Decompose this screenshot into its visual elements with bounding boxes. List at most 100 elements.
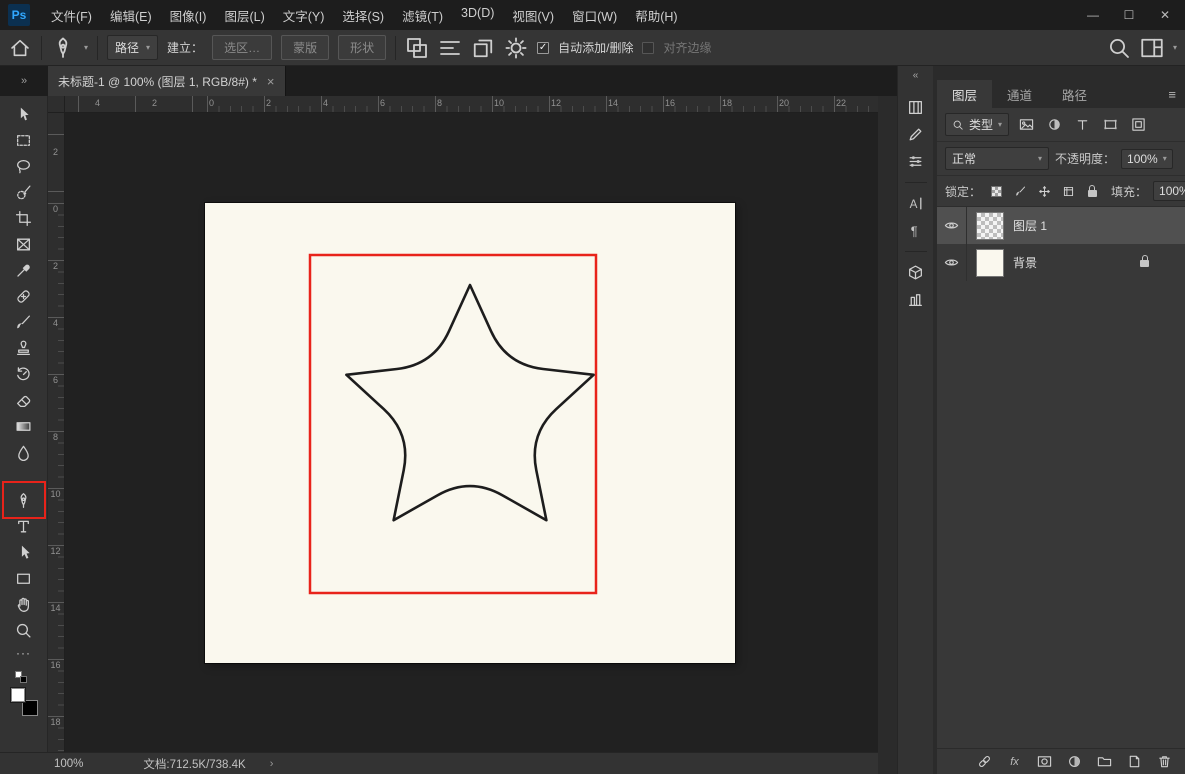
menu-item-7[interactable]: 3D(D) — [452, 2, 503, 29]
adjustment-layer-icon[interactable] — [1066, 753, 1083, 770]
search-icon[interactable] — [1107, 36, 1131, 60]
gradient-tool[interactable] — [9, 413, 39, 439]
layer-thumbnail[interactable] — [976, 249, 1004, 277]
frame-tool[interactable] — [9, 231, 39, 257]
tab-layers[interactable]: 图层 — [937, 80, 992, 108]
blur-tool[interactable] — [9, 439, 39, 465]
fill-dropdown[interactable]: 100% ▾ — [1153, 181, 1185, 201]
move-tool[interactable] — [9, 101, 39, 127]
minimize-button[interactable]: — — [1075, 0, 1111, 30]
eraser-tool[interactable] — [9, 387, 39, 413]
tool-preset-pen-icon[interactable] — [51, 36, 75, 60]
color-panel-icon[interactable] — [902, 94, 930, 121]
lasso-tool[interactable] — [9, 153, 39, 179]
spot-healing-brush-tool[interactable] — [9, 283, 39, 309]
layer-thumbnail[interactable] — [976, 212, 1004, 240]
menu-item-1[interactable]: 编辑(E) — [101, 2, 161, 29]
pen-settings-gear-icon[interactable] — [504, 36, 528, 60]
layer-row-layer1[interactable]: 图层 1 — [937, 207, 1185, 244]
path-alignment-icon[interactable] — [438, 36, 462, 60]
make-shape-button[interactable]: 形状 — [338, 35, 386, 60]
type-tool[interactable] — [9, 513, 39, 539]
filter-pixel-layers-icon[interactable] — [1015, 115, 1037, 135]
visibility-eye-icon[interactable] — [937, 207, 967, 244]
3d-panel-icon[interactable] — [902, 259, 930, 286]
tab-paths[interactable]: 路径 — [1047, 80, 1102, 108]
menu-item-5[interactable]: 选择(S) — [333, 2, 393, 29]
new-group-folder-icon[interactable] — [1096, 753, 1113, 770]
auto-add-delete-checkbox[interactable]: ✓ — [537, 42, 549, 54]
menu-item-2[interactable]: 图像(I) — [161, 2, 216, 29]
menu-item-3[interactable]: 图层(L) — [215, 2, 273, 29]
layer-style-fx-icon[interactable]: fx — [1006, 753, 1023, 770]
panel-collapse-icon[interactable]: « — [913, 70, 919, 86]
menu-item-0[interactable]: 文件(F) — [42, 2, 101, 29]
filter-type-layers-icon[interactable] — [1071, 115, 1093, 135]
libraries-panel-icon[interactable] — [902, 286, 930, 313]
zoom-level-field[interactable]: 100% — [54, 758, 83, 770]
history-brush-tool[interactable] — [9, 361, 39, 387]
lock-all-icon[interactable] — [1083, 182, 1101, 200]
canvas-viewport[interactable] — [65, 113, 878, 752]
path-arrangement-icon[interactable] — [471, 36, 495, 60]
make-mask-button[interactable]: 蒙版 — [281, 35, 329, 60]
lock-pixels-icon[interactable] — [1011, 182, 1029, 200]
maximize-button[interactable]: ☐ — [1111, 0, 1147, 30]
layer-row-background[interactable]: 背景 — [937, 244, 1185, 281]
glyphs-panel-icon[interactable]: A — [902, 190, 930, 217]
brush-tool[interactable] — [9, 309, 39, 335]
menu-item-6[interactable]: 滤镜(T) — [393, 2, 452, 29]
opacity-dropdown[interactable]: 100% ▾ — [1121, 149, 1173, 169]
adjustments-panel-icon[interactable] — [902, 148, 930, 175]
make-selection-button[interactable]: 选区… — [212, 35, 272, 60]
eyedropper-tool-icon — [15, 262, 32, 279]
tool-mode-dropdown[interactable]: 路径 ▾ — [107, 35, 158, 60]
rectangular-marquee-tool[interactable] — [9, 127, 39, 153]
quick-selection-tool[interactable] — [9, 179, 39, 205]
default-colors-icon[interactable] — [15, 671, 33, 683]
close-button[interactable]: ✕ — [1147, 0, 1183, 30]
panel-menu-icon[interactable]: ≡ — [1168, 87, 1176, 102]
lock-artboard-icon[interactable] — [1059, 182, 1077, 200]
eyedropper-tool[interactable] — [9, 257, 39, 283]
link-layers-icon[interactable] — [976, 753, 993, 770]
delete-layer-trash-icon[interactable] — [1156, 753, 1173, 770]
crop-tool[interactable] — [9, 205, 39, 231]
brushes-panel-icon[interactable] — [902, 121, 930, 148]
path-operations-icon[interactable] — [405, 36, 429, 60]
tab-channels[interactable]: 通道 — [992, 80, 1047, 108]
menu-item-8[interactable]: 视图(V) — [503, 2, 563, 29]
tab-close-icon[interactable]: × — [267, 74, 275, 89]
foreground-color-swatch[interactable] — [10, 687, 26, 703]
menu-item-4[interactable]: 文字(Y) — [274, 2, 334, 29]
clone-stamp-tool[interactable] — [9, 335, 39, 361]
add-layer-mask-icon[interactable] — [1036, 753, 1053, 770]
hand-tool[interactable] — [9, 591, 39, 617]
lock-transparency-icon[interactable] — [987, 182, 1005, 200]
zoom-tool[interactable] — [9, 617, 39, 643]
filter-smart-objects-icon[interactable] — [1127, 115, 1149, 135]
filter-adjustment-layers-icon[interactable] — [1043, 115, 1065, 135]
lock-position-icon[interactable] — [1035, 182, 1053, 200]
layer-name[interactable]: 背景 — [1013, 254, 1037, 271]
paragraph-panel-icon[interactable]: ¶ — [902, 217, 930, 244]
path-selection-tool[interactable] — [9, 539, 39, 565]
menu-item-9[interactable]: 窗口(W) — [563, 2, 626, 29]
workspace-switcher-icon[interactable] — [1140, 36, 1164, 60]
layer-name[interactable]: 图层 1 — [1013, 217, 1047, 234]
document-tab[interactable]: 未标题-1 @ 100% (图层 1, RGB/8#) * × — [48, 66, 286, 96]
align-edges-checkbox[interactable] — [642, 42, 654, 54]
pen-tool[interactable] — [9, 487, 39, 513]
filter-type-dropdown[interactable]: 类型 ▾ — [945, 113, 1009, 136]
home-icon[interactable] — [8, 36, 32, 60]
status-options-chevron-icon[interactable]: › — [270, 758, 274, 770]
rectangle-shape-tool[interactable] — [9, 565, 39, 591]
menu-item-10[interactable]: 帮助(H) — [626, 2, 686, 29]
edit-toolbar-ellipsis-icon[interactable]: ··· — [9, 643, 39, 663]
toolbar-collapse-icon[interactable]: » — [0, 66, 48, 96]
visibility-eye-icon[interactable] — [937, 244, 967, 281]
document-canvas[interactable] — [205, 203, 735, 663]
blend-mode-dropdown[interactable]: 正常 ▾ — [945, 147, 1049, 170]
filter-shape-layers-icon[interactable] — [1099, 115, 1121, 135]
new-layer-icon[interactable] — [1126, 753, 1143, 770]
